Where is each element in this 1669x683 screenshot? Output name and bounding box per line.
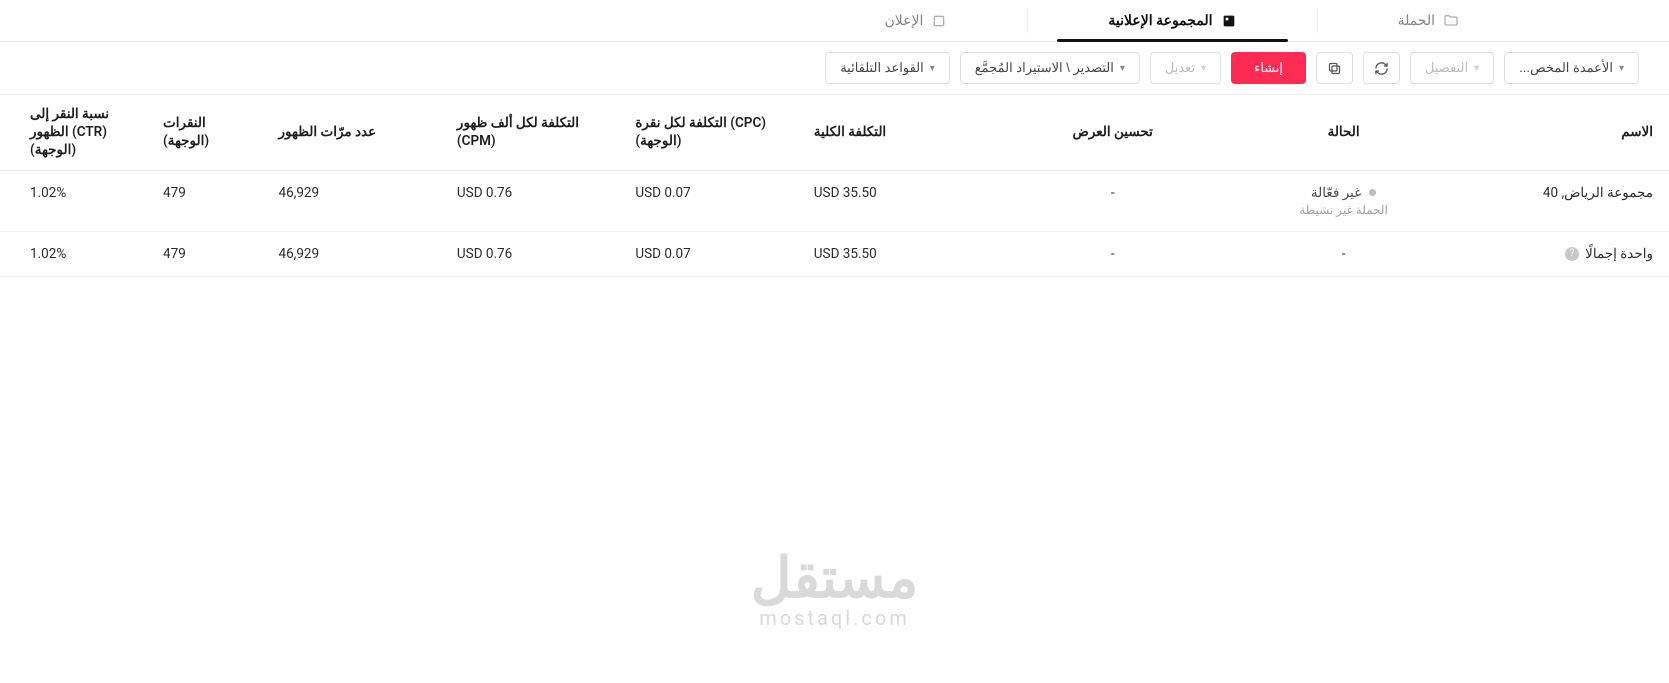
cell-ctr: 1.02% — [0, 170, 147, 231]
chevron-down-icon: ▾ — [1619, 63, 1624, 74]
cell-cpc: USD 0.07 — [619, 170, 797, 231]
cell-cpc: USD 0.07 — [619, 231, 797, 276]
tab-ad[interactable]: الإعلان — [805, 0, 1028, 41]
button-label: الأعمدة المخص... — [1519, 60, 1613, 76]
adgroup-icon — [1221, 13, 1237, 29]
refresh-button[interactable] — [1363, 52, 1400, 84]
cell-status: - — [1249, 231, 1438, 276]
col-optimization[interactable]: تحسين العرض — [976, 95, 1249, 171]
status-subtext: الحملة غير نشيطة — [1299, 203, 1388, 217]
cell-impressions: 46,929 — [262, 170, 440, 231]
cell-name: مجموعة الرياض, 40 — [1438, 170, 1669, 231]
tab-label: الإعلان — [885, 13, 924, 29]
cell-cpm: USD 0.76 — [441, 231, 619, 276]
col-impressions[interactable]: عدد مرّات الظهور — [262, 95, 440, 171]
level-tabs: الحملة المجموعة الإعلانية الإعلان — [0, 0, 1669, 42]
button-label: القواعد التلقائية — [840, 60, 924, 76]
watermark-en: mostaql.com — [751, 608, 919, 628]
total-label-text: واحدة إجمالًا — [1585, 246, 1653, 262]
cell-clicks: 479 — [147, 231, 262, 276]
toolbar: ▾ القواعد التلقائية ▾ التصدير \ الاستيرا… — [0, 42, 1669, 94]
cell-clicks: 479 — [147, 170, 262, 231]
copy-button[interactable] — [1316, 52, 1353, 84]
cell-total-label: واحدة إجمالًا ? — [1438, 231, 1669, 276]
button-label: تعديل — [1165, 60, 1195, 76]
create-button[interactable]: إنشاء — [1231, 52, 1306, 84]
cell-total-cost: USD 35.50 — [798, 170, 976, 231]
refresh-icon — [1374, 61, 1389, 76]
col-clicks[interactable]: النقرات (الوجهة) — [147, 95, 262, 171]
col-total-cost[interactable]: التكلفة الكلية — [798, 95, 976, 171]
copy-icon — [1327, 61, 1342, 76]
breakdown-button[interactable]: ▾ التفصيل — [1410, 52, 1494, 84]
folder-icon — [1443, 13, 1459, 29]
col-ctr[interactable]: نسبة النقر إلى الظهور (CTR) (الوجهة) — [0, 95, 147, 171]
chevron-down-icon: ▾ — [1474, 63, 1479, 74]
col-cpm[interactable]: التكلفة لكل ألف ظهور (CPM) — [441, 95, 619, 171]
adgroups-table: الاسم الحالة تحسين العرض التكلفة الكلية … — [0, 94, 1669, 277]
col-status[interactable]: الحالة — [1249, 95, 1438, 171]
watermark: مستقل mostaql.com — [751, 550, 919, 628]
col-cpc[interactable]: التكلفة لكل نقرة (CPC) (الوجهة) — [619, 95, 797, 171]
cell-total-cost: USD 35.50 — [798, 231, 976, 276]
col-name[interactable]: الاسم — [1438, 95, 1669, 171]
watermark-ar: مستقل — [751, 550, 919, 606]
tab-label: المجموعة الإعلانية — [1108, 13, 1212, 29]
cell-impressions: 46,929 — [262, 231, 440, 276]
cell-optimization: - — [976, 231, 1249, 276]
rules-button[interactable]: ▾ القواعد التلقائية — [825, 52, 950, 84]
status-dot-icon — [1369, 189, 1376, 196]
help-icon[interactable]: ? — [1565, 247, 1579, 261]
chevron-down-icon: ▾ — [1201, 63, 1206, 74]
table-header-row: الاسم الحالة تحسين العرض التكلفة الكلية … — [0, 95, 1669, 171]
cell-optimization: - — [976, 170, 1249, 231]
cell-cpm: USD 0.76 — [441, 170, 619, 231]
ad-icon — [931, 13, 947, 29]
export-import-button[interactable]: ▾ التصدير \ الاستيراد المُجمَّع — [960, 52, 1140, 84]
chevron-down-icon: ▾ — [930, 63, 935, 74]
status-text: غير فعّالة — [1311, 185, 1361, 201]
table-total-row: واحدة إجمالًا ? - - USD 35.50 USD 0.07 U… — [0, 231, 1669, 276]
cell-status: غير فعّالة الحملة غير نشيطة — [1249, 170, 1438, 231]
tab-adgroup[interactable]: المجموعة الإعلانية — [1028, 0, 1316, 41]
custom-columns-button[interactable]: ▾ الأعمدة المخص... — [1504, 52, 1639, 84]
cell-ctr: 1.02% — [0, 231, 147, 276]
button-label: إنشاء — [1254, 60, 1283, 76]
table-row[interactable]: مجموعة الرياض, 40 غير فعّالة الحملة غير … — [0, 170, 1669, 231]
edit-button[interactable]: ▾ تعديل — [1150, 52, 1221, 84]
tab-label: الحملة — [1398, 13, 1435, 29]
tab-campaign[interactable]: الحملة — [1318, 0, 1539, 41]
chevron-down-icon: ▾ — [1120, 63, 1125, 74]
button-label: التفصيل — [1425, 60, 1468, 76]
button-label: التصدير \ الاستيراد المُجمَّع — [975, 60, 1114, 76]
